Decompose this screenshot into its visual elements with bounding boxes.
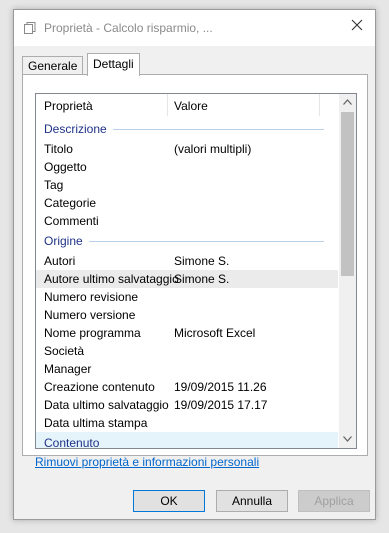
table-row[interactable]: Autori Simone S.	[36, 252, 338, 270]
table-row[interactable]: Oggetto	[36, 158, 338, 176]
property-name: Oggetto	[44, 160, 87, 174]
tab-generale[interactable]: Generale	[22, 56, 84, 75]
property-name: Numero versione	[44, 308, 136, 322]
property-name: Data ultimo salvataggio	[44, 398, 169, 412]
group-header-contenuto[interactable]: Contenuto	[36, 432, 338, 449]
column-divider[interactable]	[167, 94, 168, 116]
button-bar: OK Annulla Applica	[14, 478, 375, 519]
property-name: Manager	[44, 362, 92, 376]
table-row[interactable]: Commenti	[36, 212, 338, 230]
window-title: Proprietà - Calcolo risparmio, ...	[44, 21, 213, 35]
group-label: Descrizione	[44, 122, 113, 136]
table-row[interactable]: Data ultima stampa	[36, 414, 338, 432]
close-icon	[351, 19, 363, 31]
table-row[interactable]: Manager	[36, 360, 338, 378]
property-value[interactable]: 19/09/2015 17.17	[174, 398, 267, 412]
table-row[interactable]: Nome programma Microsoft Excel	[36, 324, 338, 342]
close-button[interactable]	[339, 10, 375, 40]
property-name: Nome programma	[44, 326, 141, 340]
chevron-down-icon	[343, 436, 352, 442]
table-row[interactable]: Titolo (valori multipli)	[36, 140, 338, 158]
column-header-property[interactable]: Proprietà	[44, 99, 93, 113]
properties-list[interactable]: Proprietà Valore Descrizione Titolo (valo…	[35, 93, 357, 449]
table-row[interactable]: Società	[36, 342, 338, 360]
apply-button[interactable]: Applica	[298, 490, 370, 512]
remove-properties-link[interactable]: Rimuovi proprietà e informazioni persona…	[35, 455, 259, 469]
property-name: Autore ultimo salvataggio	[44, 272, 179, 286]
scroll-down-button[interactable]	[339, 431, 356, 448]
tab-dettagli[interactable]: Dettagli	[87, 53, 140, 76]
property-name: Tag	[44, 178, 64, 192]
property-value[interactable]: 19/09/2015 11.26	[174, 380, 267, 394]
property-name: Società	[44, 344, 85, 358]
ok-button[interactable]: OK	[133, 490, 205, 512]
properties-dialog: Proprietà - Calcolo risparmio, ... Gener…	[13, 9, 376, 520]
column-divider[interactable]	[319, 94, 320, 116]
table-row[interactable]: Data ultimo salvataggio 19/09/2015 17.17	[36, 396, 338, 414]
column-header-value[interactable]: Valore	[174, 99, 208, 113]
property-value[interactable]: Microsoft Excel	[174, 326, 255, 340]
property-name: Autori	[44, 254, 76, 268]
rows: Descrizione Titolo (valori multipli) Ogge…	[36, 118, 338, 449]
table-row[interactable]: Numero revisione	[36, 288, 338, 306]
table-row[interactable]: Creazione contenuto 19/09/2015 11.26	[36, 378, 338, 396]
document-icon	[24, 22, 36, 34]
details-panel: Proprietà Valore Descrizione Titolo (valo…	[22, 74, 368, 456]
scroll-up-button[interactable]	[339, 94, 356, 111]
group-label: Origine	[44, 234, 89, 248]
property-name: Commenti	[44, 214, 99, 228]
vertical-scrollbar[interactable]	[339, 94, 356, 448]
table-row[interactable]: Tag	[36, 176, 338, 194]
property-value[interactable]: Simone S.	[174, 272, 229, 286]
property-name: Creazione contenuto	[44, 380, 155, 394]
property-name: Numero revisione	[44, 290, 139, 304]
group-header-descrizione[interactable]: Descrizione	[36, 118, 338, 140]
title-bar[interactable]: Proprietà - Calcolo risparmio, ...	[14, 10, 375, 46]
property-value[interactable]: (valori multipli)	[174, 142, 251, 156]
property-name: Data ultima stampa	[44, 416, 148, 430]
property-name: Titolo	[44, 142, 73, 156]
cancel-button[interactable]: Annulla	[216, 490, 288, 512]
scroll-thumb[interactable]	[341, 112, 354, 276]
chevron-up-icon	[343, 99, 352, 105]
group-header-origine[interactable]: Origine	[36, 230, 338, 252]
group-label: Contenuto	[44, 436, 100, 449]
property-name: Categorie	[44, 196, 97, 210]
table-row[interactable]: Numero versione	[36, 306, 338, 324]
table-row-selected[interactable]: Autore ultimo salvataggio Simone S.	[36, 270, 338, 288]
column-header: Proprietà Valore	[36, 94, 338, 118]
table-row[interactable]: Categorie	[36, 194, 338, 212]
property-value[interactable]: Simone S.	[174, 254, 229, 268]
